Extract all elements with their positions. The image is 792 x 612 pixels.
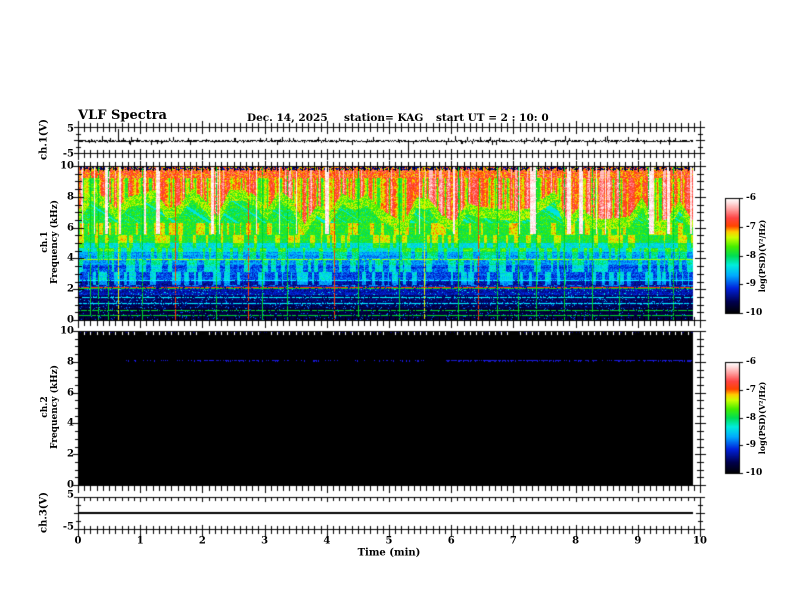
ch1-freq-tick-label: 8 xyxy=(67,191,74,203)
plot-canvas xyxy=(0,0,792,612)
ch1-freq-tick-label: 4 xyxy=(67,252,74,264)
colorbar-tick-label: -8 xyxy=(746,250,756,261)
ch2-frequency-axis-label: ch.2 Frequency (kHz) xyxy=(40,347,60,467)
colorbar1-label: log(PSD)(V²/Hz) xyxy=(757,219,767,293)
figure-title: VLF Spectra xyxy=(78,108,167,123)
ch1-volt-tick-label: -5 xyxy=(62,148,74,160)
colorbar-tick-label: -10 xyxy=(746,308,763,318)
ch2-freq-tick-label: 2 xyxy=(67,448,74,460)
time-tick-label: 10 xyxy=(693,535,707,547)
time-tick-label: 0 xyxy=(74,535,82,547)
colorbar-tick-label: -7 xyxy=(746,384,756,395)
colorbar-tick-label: -6 xyxy=(746,357,756,367)
colorbar-tick-label: -9 xyxy=(746,440,756,451)
ch1-freq-tick-label: 0 xyxy=(67,314,74,326)
colorbar-tick-label: -7 xyxy=(746,221,756,232)
ch1-voltage-axis-label: ch.1(V) xyxy=(38,118,50,161)
ch1-label-line1: ch.1 xyxy=(40,231,50,253)
ch2-freq-tick-label: 6 xyxy=(67,387,74,399)
time-tick-label: 5 xyxy=(385,535,393,547)
ch2-freq-tick-label: 4 xyxy=(67,417,74,429)
time-tick-label: 1 xyxy=(136,535,144,547)
station-label: station= KAG xyxy=(344,112,424,124)
time-tick-label: 2 xyxy=(198,535,206,547)
time-axis-label: Time (min) xyxy=(357,547,421,559)
colorbar2-label: log(PSD)(V²/Hz) xyxy=(757,381,767,455)
ch1-volt-tick-label: 5 xyxy=(67,123,74,135)
ch3-voltage-axis-label: ch.3(V) xyxy=(38,491,50,534)
date-label: Dec. 14, 2025 xyxy=(247,112,328,124)
ch2-label-line2: Frequency (kHz) xyxy=(50,365,60,450)
time-tick-label: 3 xyxy=(261,535,269,547)
ch3-volt-tick-label: -5 xyxy=(62,521,74,533)
ch2-label-line1: ch.2 xyxy=(40,396,50,418)
ch3-volt-tick-label: 5 xyxy=(67,489,74,501)
ch1-label-line2: Frequency (kHz) xyxy=(50,200,60,285)
ch1-freq-tick-label: 2 xyxy=(67,283,74,295)
colorbar-tick-label: -6 xyxy=(746,193,756,203)
vlf-spectra-figure: VLF Spectra Dec. 14, 2025 station= KAG s… xyxy=(0,0,792,612)
start-ut-label: start UT = 2 : 10: 0 xyxy=(436,112,549,124)
time-tick-label: 4 xyxy=(323,535,331,547)
colorbar-tick-label: -8 xyxy=(746,412,756,423)
time-tick-label: 8 xyxy=(572,535,580,547)
time-tick-label: 9 xyxy=(634,535,642,547)
colorbar-tick-label: -9 xyxy=(746,279,756,290)
time-tick-label: 6 xyxy=(447,535,455,547)
ch2-freq-tick-label: 10 xyxy=(60,325,74,337)
colorbar-tick-label: -10 xyxy=(746,468,763,478)
ch1-freq-tick-label: 6 xyxy=(67,222,74,234)
ch2-freq-tick-label: 8 xyxy=(67,356,74,368)
time-tick-label: 7 xyxy=(509,535,517,547)
ch1-frequency-axis-label: ch.1 Frequency (kHz) xyxy=(40,182,60,302)
ch1-freq-tick-label: 10 xyxy=(60,160,74,172)
